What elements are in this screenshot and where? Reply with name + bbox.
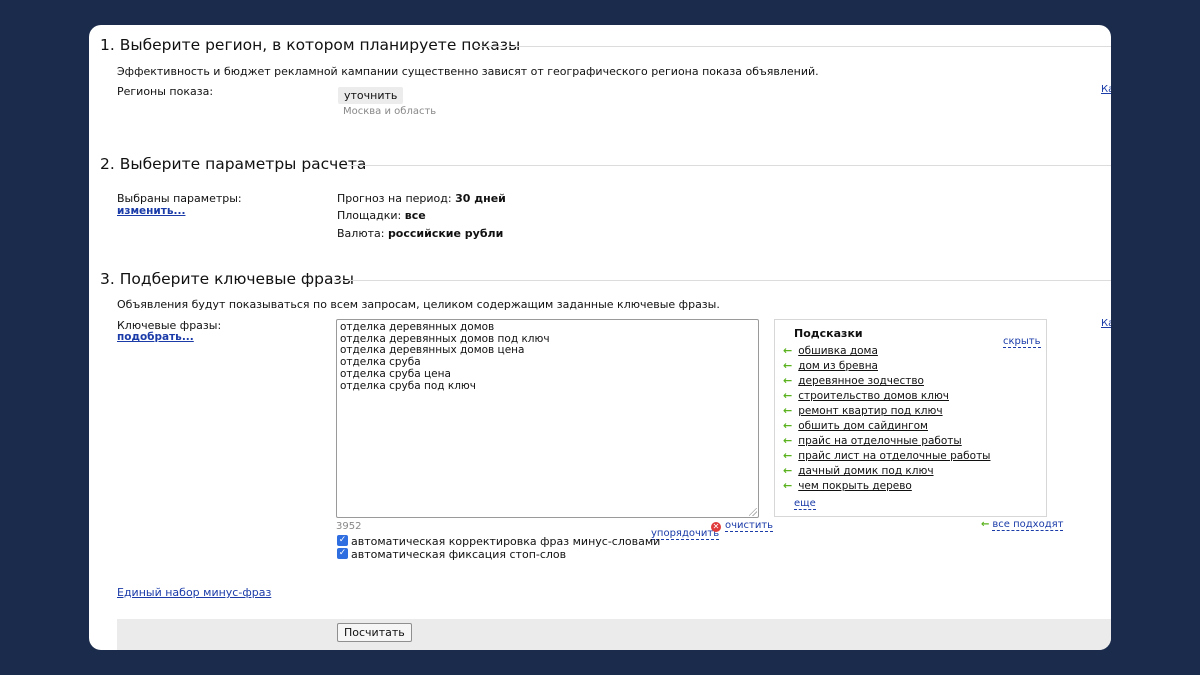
calculate-button[interactable]: Посчитать — [337, 623, 412, 642]
auto-stopwords-checkbox[interactable]: ✓ — [337, 548, 348, 559]
hint-item-label[interactable]: обшивка дома — [798, 345, 878, 357]
param-period-label: Прогноз на период: — [337, 192, 452, 205]
add-arrow-icon[interactable]: ← — [783, 479, 792, 492]
hint-item-label[interactable]: дом из бревна — [798, 360, 878, 372]
auto-correct-label: автоматическая корректировка фраз минус-… — [351, 535, 661, 548]
auto-correct-checkbox[interactable]: ✓ — [337, 535, 348, 546]
param-platforms: Площадки: все — [337, 209, 426, 222]
add-all-arrow-icon[interactable]: ← — [981, 519, 989, 530]
hint-item[interactable]: ← деревянное зодчество — [783, 374, 924, 389]
hint-item[interactable]: ← прайс лист на отделочные работы — [783, 449, 990, 464]
hint-item-label[interactable]: чем покрыть дерево — [798, 480, 912, 492]
add-arrow-icon[interactable]: ← — [783, 389, 792, 402]
add-arrow-icon[interactable]: ← — [783, 404, 792, 417]
more-hints-link[interactable]: еще — [794, 498, 816, 510]
hint-item-label[interactable]: прайс на отделочные работы — [798, 435, 962, 447]
hint-item[interactable]: ← обшить дом сайдингом — [783, 419, 928, 434]
hint-item[interactable]: ← обшивка дома — [783, 344, 878, 359]
section1-description: Эффективность и бюджет рекламной кампани… — [117, 65, 819, 78]
section2-divider — [341, 165, 1111, 166]
add-arrow-icon[interactable]: ← — [783, 374, 792, 387]
auto-stopwords-label: автоматическая фиксация стоп-слов — [351, 548, 567, 561]
add-arrow-icon[interactable]: ← — [783, 464, 792, 477]
param-currency-value: российские рубли — [387, 227, 504, 240]
hide-hints-link[interactable]: скрыть — [1003, 336, 1041, 348]
add-arrow-icon[interactable]: ← — [783, 344, 792, 357]
keyword-line: отделка сруба цена — [340, 367, 451, 380]
add-arrow-icon[interactable]: ← — [783, 359, 792, 372]
add-arrow-icon[interactable]: ← — [783, 434, 792, 447]
section3-description: Объявления будут показываться по всем за… — [117, 298, 720, 311]
param-platforms-label: Площадки: — [337, 209, 402, 222]
sort-link[interactable]: упорядочить — [651, 528, 720, 540]
all-fit-action[interactable]: ← все подходят — [981, 519, 1064, 531]
keywords-textarea[interactable]: отделка деревянных домов отделка деревян… — [336, 319, 759, 518]
minus-phrases-link[interactable]: Единый набор минус-фраз — [117, 586, 271, 599]
clear-link[interactable]: очистить — [725, 520, 774, 532]
forecast-card: 1. Выберите регион, в котором планируете… — [89, 25, 1111, 650]
hint-item-label[interactable]: обшить дом сайдингом — [798, 420, 928, 432]
hints-panel: Подсказки скрыть ← обшивка дома ← дом из б… — [774, 319, 1047, 517]
selected-region: Москва и область — [343, 106, 437, 117]
add-arrow-icon[interactable]: ← — [783, 449, 792, 462]
clear-keywords-action[interactable]: ✕ очистить — [711, 520, 774, 532]
hints-title: Подсказки — [794, 327, 863, 340]
keyword-line: отделка сруба под ключ — [340, 379, 476, 392]
section1-divider — [475, 46, 1111, 47]
param-currency: Валюта: российские рубли — [337, 227, 503, 240]
selected-params-label: Выбраны параметры: — [117, 192, 242, 205]
add-arrow-icon[interactable]: ← — [783, 419, 792, 432]
sort-keywords-action[interactable]: упорядочить — [651, 521, 720, 540]
hint-item[interactable]: ← ремонт квартир под ключ — [783, 404, 943, 419]
hint-item-label[interactable]: прайс лист на отделочные работы — [798, 450, 990, 462]
param-period-value: 30 дней — [455, 192, 506, 205]
hide-hints-action[interactable]: скрыть — [1003, 329, 1041, 348]
regions-label: Регионы показа: — [117, 85, 214, 98]
section2-title: 2. Выберите параметры расчета — [100, 155, 367, 173]
clear-icon[interactable]: ✕ — [711, 522, 721, 532]
param-currency-label: Валюта: — [337, 227, 385, 240]
keyword-line: отделка деревянных домов — [340, 321, 495, 333]
section3-divider — [334, 280, 1111, 281]
all-fit-link[interactable]: все подходят — [992, 519, 1064, 531]
change-params-link[interactable]: изменить... — [117, 205, 185, 217]
hint-item-label[interactable]: деревянное зодчество — [798, 375, 924, 387]
char-count: 3952 — [336, 521, 362, 532]
hint-item[interactable]: ← дачный домик под ключ — [783, 464, 934, 479]
more-hints-action[interactable]: еще — [794, 497, 816, 510]
region-side-link[interactable]: Ка — [1101, 84, 1111, 95]
param-platforms-value: все — [404, 209, 426, 222]
resize-grip-icon[interactable] — [749, 508, 757, 516]
bottom-bar — [117, 619, 1111, 650]
section1-title: 1. Выберите регион, в котором планируете… — [100, 36, 521, 54]
hint-item-label[interactable]: строительство домов ключ — [798, 390, 949, 402]
hint-item-label[interactable]: дачный домик под ключ — [798, 465, 933, 477]
section3-title: 3. Подберите ключевые фразы — [100, 270, 354, 288]
hint-item[interactable]: ← чем покрыть дерево — [783, 479, 912, 494]
hint-item[interactable]: ← прайс на отделочные работы — [783, 434, 962, 449]
keywords-side-link[interactable]: Ка — [1101, 318, 1111, 329]
param-period: Прогноз на период: 30 дней — [337, 192, 506, 205]
hint-item-label[interactable]: ремонт квартир под ключ — [798, 405, 942, 417]
refine-regions-button[interactable]: уточнить — [338, 87, 404, 104]
hint-item[interactable]: ← дом из бревна — [783, 359, 878, 374]
pick-keywords-link[interactable]: подобрать... — [117, 331, 194, 343]
hint-item[interactable]: ← строительство домов ключ — [783, 389, 949, 404]
